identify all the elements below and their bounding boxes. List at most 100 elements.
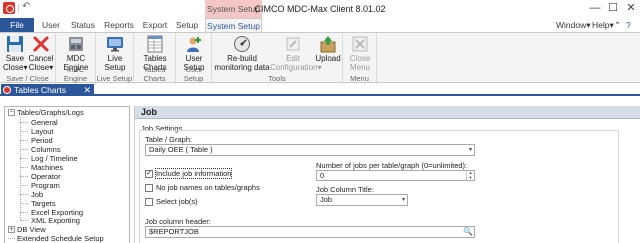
add-user-icon bbox=[187, 37, 201, 52]
edit-configuration-button[interactable]: Edit Configuration▾ bbox=[270, 35, 322, 72]
settings-tree: − Tables/Graphs/Logs General Layout Peri… bbox=[4, 106, 130, 243]
title-bar: ↶ System Setup CIMCO MDC-Max Client 8.01… bbox=[0, 0, 640, 18]
cancel-close-button[interactable]: Cancel Close▾ bbox=[28, 35, 54, 72]
checkbox-box bbox=[145, 184, 153, 192]
ribbon-group-label: Save / Close bbox=[6, 74, 49, 83]
tab-system-setup[interactable]: System Setup bbox=[205, 18, 262, 32]
edit-config-label-2: Configuration bbox=[270, 62, 318, 72]
tab-user[interactable]: User bbox=[39, 18, 63, 32]
num-jobs-spinner[interactable]: 0 ▲ ▼ bbox=[316, 170, 475, 181]
tree-connector bbox=[20, 122, 28, 123]
save-close-button[interactable]: Save Close▾ bbox=[3, 35, 27, 72]
close-menu-button[interactable]: Close Menu bbox=[346, 35, 374, 72]
tab-status[interactable]: Status bbox=[68, 18, 98, 32]
close-window-button[interactable]: ✕ bbox=[622, 0, 640, 18]
upload-button[interactable]: Upload bbox=[314, 35, 342, 64]
tree-connector bbox=[20, 185, 28, 186]
close-icon[interactable]: ✕ bbox=[83, 84, 91, 96]
ribbon-collapse-icon[interactable]: ⌃ bbox=[614, 18, 621, 32]
tree-item-machines[interactable]: Machines bbox=[31, 163, 63, 172]
tree-connector bbox=[20, 158, 28, 159]
job-settings-panel: Job Job Settings Table / Graph: Daily OE… bbox=[134, 106, 640, 243]
tab-setup[interactable]: Setup bbox=[174, 18, 200, 32]
table-graph-value: Daily OEE ( Table ) bbox=[149, 145, 213, 154]
engine-icon bbox=[69, 37, 83, 51]
include-job-information-checkbox[interactable]: ✓ Include job information bbox=[145, 168, 233, 179]
ribbon-group-label: Menu bbox=[350, 74, 369, 83]
table-icon bbox=[147, 35, 163, 53]
tree-connector bbox=[20, 131, 28, 132]
live-setup-label-2: Setup bbox=[104, 62, 126, 72]
main-area: − Tables/Graphs/Logs General Layout Peri… bbox=[0, 98, 640, 243]
insert-variable-icon[interactable]: 🔍 bbox=[463, 227, 473, 237]
tree-item-xml-exporting[interactable]: XML Exporting bbox=[31, 216, 80, 225]
tree-item-general[interactable]: General bbox=[31, 118, 58, 127]
ribbon-tab-row: File User Status Reports Export Setup Sy… bbox=[0, 18, 640, 32]
include-job-information-label: Include job information bbox=[154, 168, 233, 179]
ribbon-group-save-close: Save Close▾ Cancel Close▾ Save / Close bbox=[0, 33, 56, 84]
tree-item-targets[interactable]: Targets bbox=[31, 199, 56, 208]
ribbon-group-live-setup: Live Setup Live Setup bbox=[96, 33, 134, 84]
rebuild-monitoring-data-button[interactable]: Re-build monitoring data bbox=[214, 35, 270, 72]
tree-expand-toggle[interactable]: + bbox=[8, 226, 15, 233]
ribbon: Save Close▾ Cancel Close▾ Save / Close M… bbox=[0, 32, 640, 84]
help-menu[interactable]: Help▾ bbox=[592, 18, 614, 32]
tree-item-job[interactable]: Job bbox=[31, 190, 43, 199]
tab-reports[interactable]: Reports bbox=[102, 18, 136, 32]
upload-label: Upload bbox=[315, 54, 341, 63]
job-column-header-input[interactable]: $REPORTJOB 🔍 bbox=[145, 226, 475, 238]
ribbon-group-tables-charts: Tables Charts Tables Charts bbox=[134, 33, 176, 84]
window-title: CIMCO MDC-Max Client 8.01.02 bbox=[254, 4, 386, 14]
tree-item-db-view[interactable]: DB View bbox=[17, 225, 46, 234]
job-column-header-label: Job column header: bbox=[145, 217, 211, 226]
panel-title: Job bbox=[135, 106, 640, 119]
live-setup-button[interactable]: Live Setup bbox=[100, 35, 130, 72]
job-column-title-select[interactable]: Job ▾ bbox=[316, 194, 408, 206]
tree-item-tables-graphs-logs[interactable]: Tables/Graphs/Logs bbox=[17, 108, 84, 117]
tree-collapse-toggle[interactable]: − bbox=[8, 109, 15, 116]
select-jobs-label: Select job(s) bbox=[156, 197, 198, 206]
tree-item-program[interactable]: Program bbox=[31, 181, 60, 190]
tree-connector bbox=[8, 238, 15, 239]
tree-item-log-timeline[interactable]: Log / Timeline bbox=[31, 154, 78, 163]
tree-item-columns[interactable]: Columns bbox=[31, 145, 61, 154]
tree-connector bbox=[20, 194, 28, 195]
tree-item-layout[interactable]: Layout bbox=[31, 127, 54, 136]
no-job-names-label: No job names on tables/graphs bbox=[156, 183, 260, 192]
save-close-label-2: Close bbox=[3, 62, 24, 72]
floppy-disk-icon bbox=[7, 36, 23, 52]
help-icon[interactable]: ? bbox=[626, 18, 631, 32]
document-tab-bar: Tables Charts ✕ bbox=[0, 84, 640, 96]
window-menu[interactable]: Window▾ bbox=[556, 18, 591, 32]
tree-item-operator[interactable]: Operator bbox=[31, 172, 61, 181]
spinner-updown-icon[interactable]: ▲ ▼ bbox=[466, 170, 474, 180]
maximize-button[interactable]: ☐ bbox=[604, 0, 622, 18]
tree-connector bbox=[20, 140, 28, 141]
num-jobs-value: 0 bbox=[320, 171, 325, 180]
tables-charts-tab-icon bbox=[3, 86, 11, 94]
tree-connector bbox=[20, 203, 28, 204]
window-menu-label: Window bbox=[556, 20, 587, 30]
table-graph-select[interactable]: Daily OEE ( Table ) ▾ bbox=[145, 144, 475, 156]
tree-item-period[interactable]: Period bbox=[31, 136, 53, 145]
doc-tab-tables-charts[interactable]: Tables Charts ✕ bbox=[1, 84, 94, 96]
red-x-icon bbox=[33, 36, 49, 52]
ribbon-group-label: Tools bbox=[268, 74, 286, 83]
ribbon-group-label: Live Setup bbox=[96, 74, 133, 83]
chevron-down-icon: ▾ bbox=[317, 62, 322, 72]
ribbon-group-user-setup: User Setup User Setup bbox=[176, 33, 212, 84]
minimize-button[interactable]: — bbox=[586, 0, 604, 18]
no-job-names-checkbox[interactable]: No job names on tables/graphs bbox=[145, 183, 260, 193]
edit-config-icon bbox=[286, 37, 300, 51]
ribbon-group-label: MDC Engine bbox=[63, 65, 88, 83]
tab-export[interactable]: Export bbox=[140, 18, 170, 32]
select-jobs-checkbox[interactable]: Select job(s) bbox=[145, 197, 198, 207]
tree-item-extended-schedule-setup[interactable]: Extended Schedule Setup bbox=[17, 234, 104, 243]
num-jobs-label: Number of jobs per table/graph (0=unlimi… bbox=[316, 161, 468, 170]
close-menu-icon bbox=[352, 36, 368, 52]
file-tab[interactable]: File bbox=[0, 18, 34, 32]
chevron-down-icon: ▾ bbox=[49, 62, 54, 72]
chevron-down-icon: ▾ bbox=[586, 20, 591, 30]
job-column-header-value: $REPORTJOB bbox=[149, 227, 199, 236]
ribbon-group-menu: Close Menu Menu bbox=[343, 33, 377, 84]
